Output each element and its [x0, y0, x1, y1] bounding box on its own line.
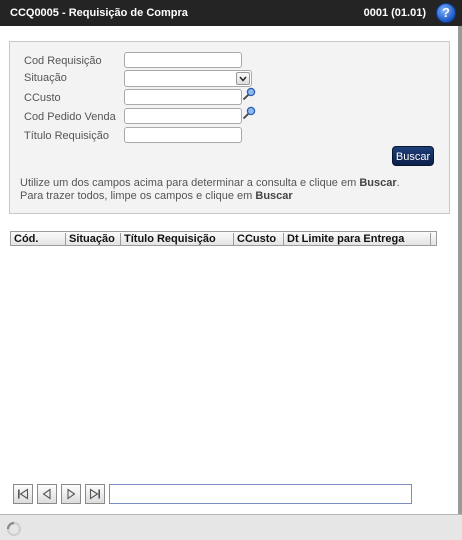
cod-pedido-venda-label: Cod Pedido Venda — [24, 111, 116, 123]
results-grid-body — [10, 246, 437, 476]
column-header-situacao[interactable]: Situação — [66, 233, 121, 245]
next-page-button[interactable] — [61, 484, 81, 504]
company-code: 0001 (01.01) — [363, 7, 426, 19]
titulo-requisicao-input[interactable] — [124, 127, 242, 143]
cod-requisicao-input[interactable] — [124, 52, 242, 68]
column-header-titulo[interactable]: Título Requisição — [121, 233, 234, 245]
magnifier-icon[interactable] — [242, 106, 256, 120]
titulo-requisicao-label: Título Requisição — [24, 130, 109, 142]
situacao-select[interactable] — [124, 70, 252, 87]
previous-page-button[interactable] — [37, 484, 57, 504]
previous-page-icon — [42, 488, 51, 500]
cod-requisicao-label: Cod Requisição — [24, 55, 102, 67]
ccusto-input[interactable] — [124, 89, 242, 105]
hint-line2-bold: Buscar — [255, 190, 293, 202]
hint-line1-text: Utilize um dos campos acima para determi… — [20, 177, 360, 189]
title-bar: CCQ0005 - Requisição de Compra 0001 (01.… — [0, 0, 462, 26]
next-page-icon — [67, 488, 76, 500]
first-page-button[interactable] — [13, 484, 33, 504]
window-title: CCQ0005 - Requisição de Compra — [10, 7, 188, 19]
cod-pedido-venda-input[interactable] — [124, 108, 242, 124]
help-symbol: ? — [442, 5, 450, 20]
column-header-ccusto[interactable]: CCusto — [234, 233, 284, 245]
pager-info — [109, 484, 412, 504]
column-header-dt-limite[interactable]: Dt Limite para Entrega — [284, 233, 431, 245]
ccusto-label: CCusto — [24, 92, 61, 104]
hint-line1-suffix: . — [396, 177, 400, 189]
hint-line2-text: Para trazer todos, limpe os campos e cli… — [20, 190, 256, 202]
results-grid-header: Cód. Situação Título Requisição CCusto D… — [10, 231, 437, 246]
help-icon[interactable]: ? — [436, 3, 456, 23]
magnifier-icon[interactable] — [242, 87, 256, 101]
chevron-down-icon[interactable] — [236, 72, 250, 85]
first-page-icon — [18, 488, 29, 500]
column-header-cod[interactable]: Cód. — [11, 233, 66, 245]
scroll-edge — [458, 26, 462, 514]
hint-line1-bold: Buscar — [359, 177, 397, 189]
status-bar — [0, 514, 462, 540]
last-page-icon — [89, 488, 100, 500]
last-page-button[interactable] — [85, 484, 105, 504]
search-hint: Utilize um dos campos acima para determi… — [20, 177, 400, 203]
situacao-label: Situação — [24, 72, 67, 84]
loading-spinner-icon — [6, 521, 22, 537]
search-button[interactable]: Buscar — [392, 146, 434, 166]
